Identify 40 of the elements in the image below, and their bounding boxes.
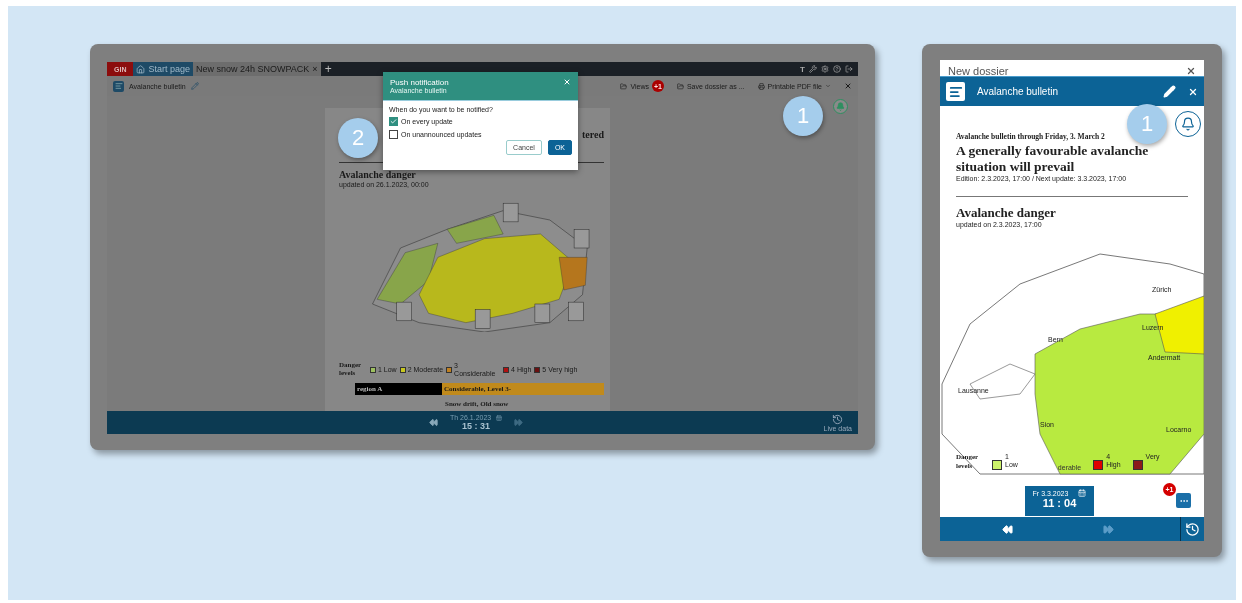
time-text: 11 : 04: [1042, 497, 1077, 509]
time-text: 15 : 31: [462, 421, 491, 431]
dialog-title: Push notification: [390, 78, 449, 87]
help-icon[interactable]: [833, 65, 841, 73]
printer-icon: [757, 82, 765, 90]
tab[interactable]: New snow 24h SNOWPACK ×: [193, 62, 321, 76]
fast-forward-icon[interactable]: [1103, 523, 1114, 535]
checkbox[interactable]: [389, 117, 398, 126]
close-icon[interactable]: [1186, 66, 1196, 76]
bell-icon: [1181, 117, 1195, 131]
close-icon[interactable]: [1188, 86, 1198, 97]
folder-icon: [620, 82, 628, 90]
close-icon[interactable]: [844, 82, 852, 90]
bell-button[interactable]: [1175, 111, 1201, 137]
add-tab-button[interactable]: +: [320, 62, 336, 76]
checkbox[interactable]: [389, 130, 398, 139]
wrench-icon[interactable]: [809, 65, 817, 73]
text-tool[interactable]: T: [800, 64, 805, 74]
bell-icon: [836, 102, 845, 111]
rewind-icon[interactable]: [429, 418, 438, 427]
more-button[interactable]: [1176, 493, 1191, 508]
caret-icon: [825, 83, 831, 89]
section-heading: Avalanche danger: [956, 205, 1057, 221]
bulletin-title: tered: [581, 129, 604, 140]
section-heading: Avalanche danger: [339, 169, 417, 181]
dossier-title: New dossier: [948, 66, 1009, 76]
history-icon[interactable]: [1185, 521, 1200, 537]
panel-title: Avalanche bulletin: [977, 86, 1058, 97]
rewind-icon[interactable]: [1002, 523, 1013, 535]
calendar-icon[interactable]: [496, 414, 503, 421]
document-icon: [946, 82, 965, 101]
bulletin-headline: A generally favourable avalanche situation will prevail: [956, 143, 1150, 176]
folder-icon: [676, 82, 684, 90]
tab-close[interactable]: ×: [312, 64, 318, 74]
home-icon: [136, 64, 146, 74]
settings-icon[interactable]: [821, 65, 829, 73]
tab[interactable]: Start page: [133, 62, 193, 76]
logout-icon[interactable]: [845, 65, 853, 73]
history-icon: [832, 413, 844, 425]
document-icon: [113, 80, 124, 92]
